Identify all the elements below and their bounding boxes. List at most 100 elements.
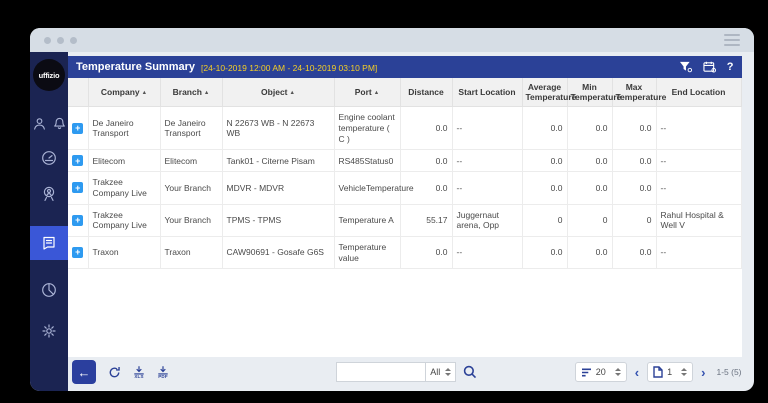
select-arrows-icon xyxy=(681,368,688,376)
pie-chart-icon xyxy=(42,283,56,297)
table-cell: 0.0 xyxy=(399,149,453,173)
table-cell: 0.0 xyxy=(566,171,613,205)
column-header-start-location[interactable]: Start Location xyxy=(451,78,523,108)
table-cell: 0.0 xyxy=(521,171,568,205)
column-header-object[interactable]: Object ▲ xyxy=(221,78,335,108)
table-cell: Rahul Hospital & Well V xyxy=(655,204,742,237)
table-row: + Traxon Traxon CAW90691 - Gosafe G6S Temper… xyxy=(68,236,742,270)
table-cell: 0.0 xyxy=(399,106,453,151)
report-table: Company ▲ Branch ▲ Object ▲ Port ▲ Distance Start… xyxy=(68,78,742,270)
table-cell: -- xyxy=(655,149,742,173)
app-window: uffizio Temperature Summary [24-10-2019 … xyxy=(30,28,754,391)
search-icon[interactable] xyxy=(463,365,477,379)
table-cell: -- xyxy=(451,106,523,151)
window-controls xyxy=(44,36,77,44)
table-cell: Trakzee Company Live xyxy=(87,204,161,237)
expand-cell: + xyxy=(68,149,89,173)
sort-ascending-icon: ▲ xyxy=(203,90,210,97)
table-cell: 0 xyxy=(566,204,613,237)
table-cell: -- xyxy=(655,171,742,205)
table-cell: 0.0 xyxy=(521,106,568,151)
back-button[interactable]: ← xyxy=(72,360,96,384)
window-control-dot[interactable] xyxy=(44,36,51,44)
select-arrows-icon xyxy=(445,368,452,376)
refresh-icon[interactable] xyxy=(108,366,121,379)
column-header-distance[interactable]: Distance xyxy=(399,78,453,108)
table-cell: CAW90691 - Gosafe G6S xyxy=(221,236,335,270)
expand-row-button[interactable]: + xyxy=(72,182,84,194)
help-icon[interactable]: ? xyxy=(727,61,734,73)
filter-icon[interactable] xyxy=(679,61,692,73)
user-icon xyxy=(33,118,45,130)
column-header-end-location[interactable]: End Location xyxy=(655,78,742,108)
sidebar-item-users[interactable] xyxy=(33,117,46,130)
table-cell: 0.0 xyxy=(611,106,657,151)
expand-row-button[interactable]: + xyxy=(72,155,84,167)
download-xls-icon[interactable]: XLS xyxy=(133,365,145,379)
person-pin-icon xyxy=(43,186,55,201)
calendar-icon[interactable] xyxy=(703,61,716,73)
table-cell: 0.0 xyxy=(566,149,613,173)
report-header: Temperature Summary [24-10-2019 12:00 AM… xyxy=(68,56,742,78)
window-control-dot[interactable] xyxy=(57,36,64,44)
date-range-label: [24-10-2019 12:00 AM - 24-10-2019 03:10 … xyxy=(201,62,378,73)
table-cell: 0.0 xyxy=(521,236,568,270)
expand-row-button[interactable]: + xyxy=(72,214,84,226)
rows-icon xyxy=(581,368,591,376)
page-select[interactable]: 1 xyxy=(647,362,694,382)
table-cell: 0.0 xyxy=(521,149,568,173)
table-cell: Tank01 - Citerne Pisam xyxy=(221,149,335,173)
table-cell: Temperature A xyxy=(333,204,401,237)
table-cell: De Janeiro Transport xyxy=(87,106,161,151)
table-cell: Traxon xyxy=(159,236,223,270)
expand-row-button[interactable]: + xyxy=(72,122,84,134)
page-title: Temperature Summary xyxy=(76,61,196,73)
sort-ascending-icon: ▲ xyxy=(141,90,148,97)
column-header-branch[interactable]: Branch ▲ xyxy=(159,78,223,108)
expand-cell: + xyxy=(68,236,89,270)
expand-cell: + xyxy=(68,106,89,151)
table-cell: 0.0 xyxy=(611,236,657,270)
column-header-max-temperature[interactable]: Max Temperature xyxy=(611,78,666,108)
table-cell: -- xyxy=(655,106,742,151)
search-input[interactable] xyxy=(336,362,427,382)
sidebar-item-tracking[interactable] xyxy=(41,186,57,202)
gauge-icon xyxy=(42,151,56,165)
table-cell: Elitecom xyxy=(159,149,223,173)
sort-ascending-icon: ▲ xyxy=(289,90,295,97)
prev-page-icon[interactable]: ‹ xyxy=(633,366,641,379)
next-page-icon[interactable]: › xyxy=(699,366,707,379)
window-titlebar xyxy=(30,28,754,52)
table-row: + Trakzee Company Live Your Branch MDVR - M… xyxy=(68,171,742,205)
sidebar: uffizio xyxy=(30,52,68,391)
table-cell: -- xyxy=(655,236,742,270)
column-header-port[interactable]: Port ▲ xyxy=(333,78,401,108)
menu-icon[interactable] xyxy=(724,34,740,46)
table-row: + Trakzee Company Live Your Branch TPMS - T… xyxy=(68,204,742,237)
search-field-select[interactable]: All xyxy=(426,362,457,382)
page-size-select[interactable]: 20 xyxy=(574,362,627,382)
bell-icon xyxy=(53,117,65,130)
bottom-toolbar: ← XLS PDF All 20 ‹ 1 › 1-5 (5) xyxy=(68,357,742,391)
table-cell: Juggernaut arena, Opp xyxy=(451,204,523,237)
sidebar-item-reports[interactable] xyxy=(30,226,68,260)
table-cell: Your Branch xyxy=(159,204,223,237)
window-control-dot[interactable] xyxy=(70,36,77,44)
sidebar-item-analytics[interactable] xyxy=(41,282,57,298)
table-cell: N 22673 WB - N 22673 WB xyxy=(221,106,335,151)
expand-row-button[interactable]: + xyxy=(72,246,84,258)
table-row: + De Janeiro Transport De Janeiro Transpor… xyxy=(68,106,742,151)
sidebar-item-settings[interactable] xyxy=(41,323,57,339)
table-cell: -- xyxy=(451,236,523,270)
sidebar-item-dashboard[interactable] xyxy=(41,150,57,166)
column-header-company[interactable]: Company ▲ xyxy=(87,78,161,108)
table-cell: 55.17 xyxy=(399,204,453,237)
column-header-min-temperature[interactable]: Min Temperature xyxy=(566,78,621,108)
table-cell: Trakzee Company Live xyxy=(87,171,161,205)
sidebar-item-notifications[interactable] xyxy=(53,117,66,130)
table-cell: -- xyxy=(451,149,523,173)
report-table-area: Company ▲ Branch ▲ Object ▲ Port ▲ Distance Start… xyxy=(68,78,742,357)
download-pdf-icon[interactable]: PDF xyxy=(157,365,169,379)
column-header-average-temperature[interactable]: Average Temperature xyxy=(521,78,576,108)
report-document-icon xyxy=(43,236,55,250)
